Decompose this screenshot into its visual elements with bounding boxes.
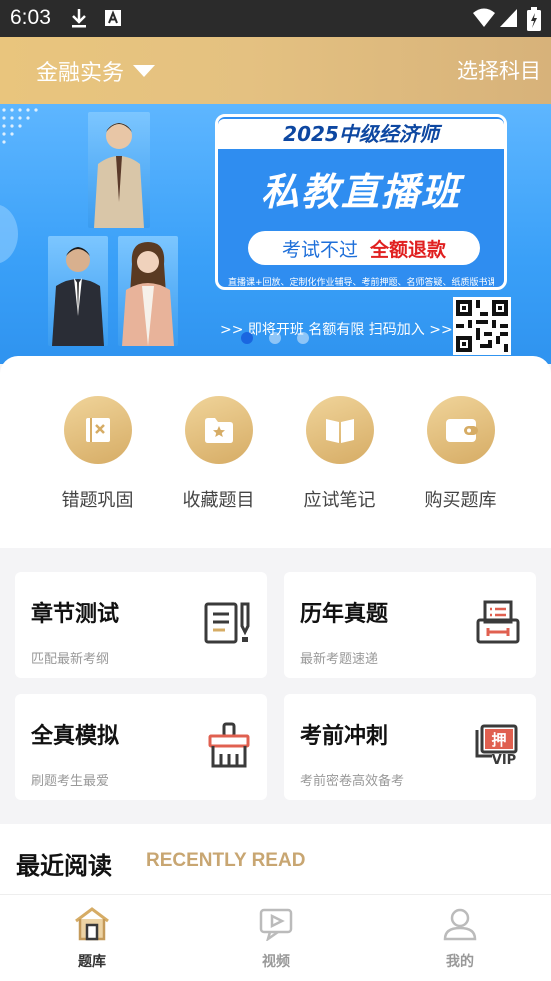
vip-sprint-icon: 押 VIP	[474, 724, 520, 770]
card-title: 全真模拟	[31, 724, 120, 749]
carousel-dot[interactable]	[241, 332, 253, 344]
carousel-indicator[interactable]	[241, 332, 309, 344]
tab-label: 题库	[78, 954, 106, 970]
quick-action-notes[interactable]: 应试笔记	[279, 396, 400, 512]
past-papers-icon	[476, 600, 520, 648]
banner-title: 私教直播班	[260, 170, 461, 214]
question-bank-icon	[74, 907, 110, 945]
card-subtitle: 刷题考生最爱	[31, 774, 110, 789]
recent-title: 最近阅读	[16, 852, 112, 880]
wrong-questions-icon	[63, 396, 132, 464]
quick-action-wrong-questions[interactable]: 错题巩固	[37, 396, 158, 512]
banner-year-text: 2025中级经济师	[218, 119, 504, 149]
quick-action-buy-bank[interactable]: 购买题库	[400, 396, 521, 512]
card-mock-exam[interactable]: 全真模拟 刷题考生最爱	[15, 694, 267, 800]
notes-book-icon	[305, 396, 374, 464]
banner-card: 2025中级经济师 私教直播班 考试不过 全额退款 直播课+回放、定制化作业辅导…	[215, 114, 507, 290]
dots-decoration	[2, 108, 38, 144]
banner-refund-pill: 考试不过 全额退款	[248, 231, 480, 265]
teacher-photo-1	[88, 112, 150, 228]
signal-icon	[499, 7, 519, 33]
wifi-icon	[472, 7, 496, 33]
battery-icon	[527, 7, 541, 35]
recent-reading-section: 最近阅读 RECENTLY READ	[0, 824, 551, 894]
favorite-folder-icon	[184, 396, 253, 464]
quick-action-label: 收藏题目	[182, 490, 255, 511]
tab-question-bank[interactable]: 题库	[32, 907, 152, 971]
chapter-test-icon	[203, 600, 251, 650]
pill-left-text: 考试不过	[281, 238, 358, 261]
tab-label: 我的	[446, 954, 474, 970]
mock-exam-icon	[207, 722, 251, 774]
tab-label: 视频	[262, 954, 290, 970]
status-bar: 6:03	[0, 0, 551, 37]
app-header: 金融实务 选择科目	[0, 37, 551, 104]
subject-selector[interactable]: 金融实务	[36, 55, 156, 87]
banner-features: 直播课+回放、定制化作业辅导、考前押题、名师答疑、纸质版书课包	[228, 278, 494, 288]
bottom-tab-bar: 题库 视频 我的	[0, 894, 551, 981]
quick-action-label: 应试笔记	[303, 490, 376, 511]
card-sprint[interactable]: 考前冲刺 考前密卷高效备考 押 VIP	[284, 694, 536, 800]
caret-down-icon	[132, 59, 156, 84]
vip-text: VIP	[492, 753, 516, 766]
promo-banner[interactable]: 2025中级经济师 私教直播班 考试不过 全额退款 直播课+回放、定制化作业辅导…	[0, 104, 551, 364]
tab-video[interactable]: 视频	[216, 907, 336, 971]
card-subtitle: 考前密卷高效备考	[300, 774, 405, 789]
download-icon	[70, 7, 88, 33]
tab-profile[interactable]: 我的	[400, 907, 520, 971]
feature-cards: 章节测试 匹配最新考纲 历年真题 最新考题速递 全真模拟 刷题考生最爱 考前冲刺…	[0, 548, 551, 824]
profile-icon	[442, 908, 478, 945]
video-icon	[258, 908, 294, 945]
recent-subtitle: RECENTLY READ	[146, 850, 306, 871]
ya-glyph: 押	[491, 731, 506, 749]
teacher-photo-2	[48, 236, 108, 346]
carousel-dot[interactable]	[269, 332, 281, 344]
teacher-photo-3	[118, 236, 178, 346]
status-time: 6:03	[10, 6, 51, 29]
choose-subject-button[interactable]: 选择科目	[457, 55, 541, 85]
card-past-papers[interactable]: 历年真题 最新考题速递	[284, 572, 536, 678]
carousel-dot[interactable]	[297, 332, 309, 344]
font-icon	[104, 7, 122, 33]
quick-action-label: 购买题库	[424, 490, 497, 511]
subject-label: 金融实务	[36, 61, 125, 86]
card-subtitle: 匹配最新考纲	[31, 652, 110, 667]
qr-code-icon	[453, 297, 511, 355]
card-subtitle: 最新考题速递	[300, 652, 379, 667]
wallet-icon	[426, 396, 495, 464]
card-title: 章节测试	[31, 602, 120, 627]
quick-actions-panel: 错题巩固 收藏题目 应试笔记 购买题库	[0, 356, 551, 548]
card-chapter-test[interactable]: 章节测试 匹配最新考纲	[15, 572, 267, 678]
quick-action-favorites[interactable]: 收藏题目	[158, 396, 279, 512]
pill-right-text: 全额退款	[370, 238, 447, 261]
quick-action-label: 错题巩固	[61, 490, 134, 511]
card-title: 历年真题	[300, 602, 389, 627]
card-title: 考前冲刺	[300, 724, 389, 749]
